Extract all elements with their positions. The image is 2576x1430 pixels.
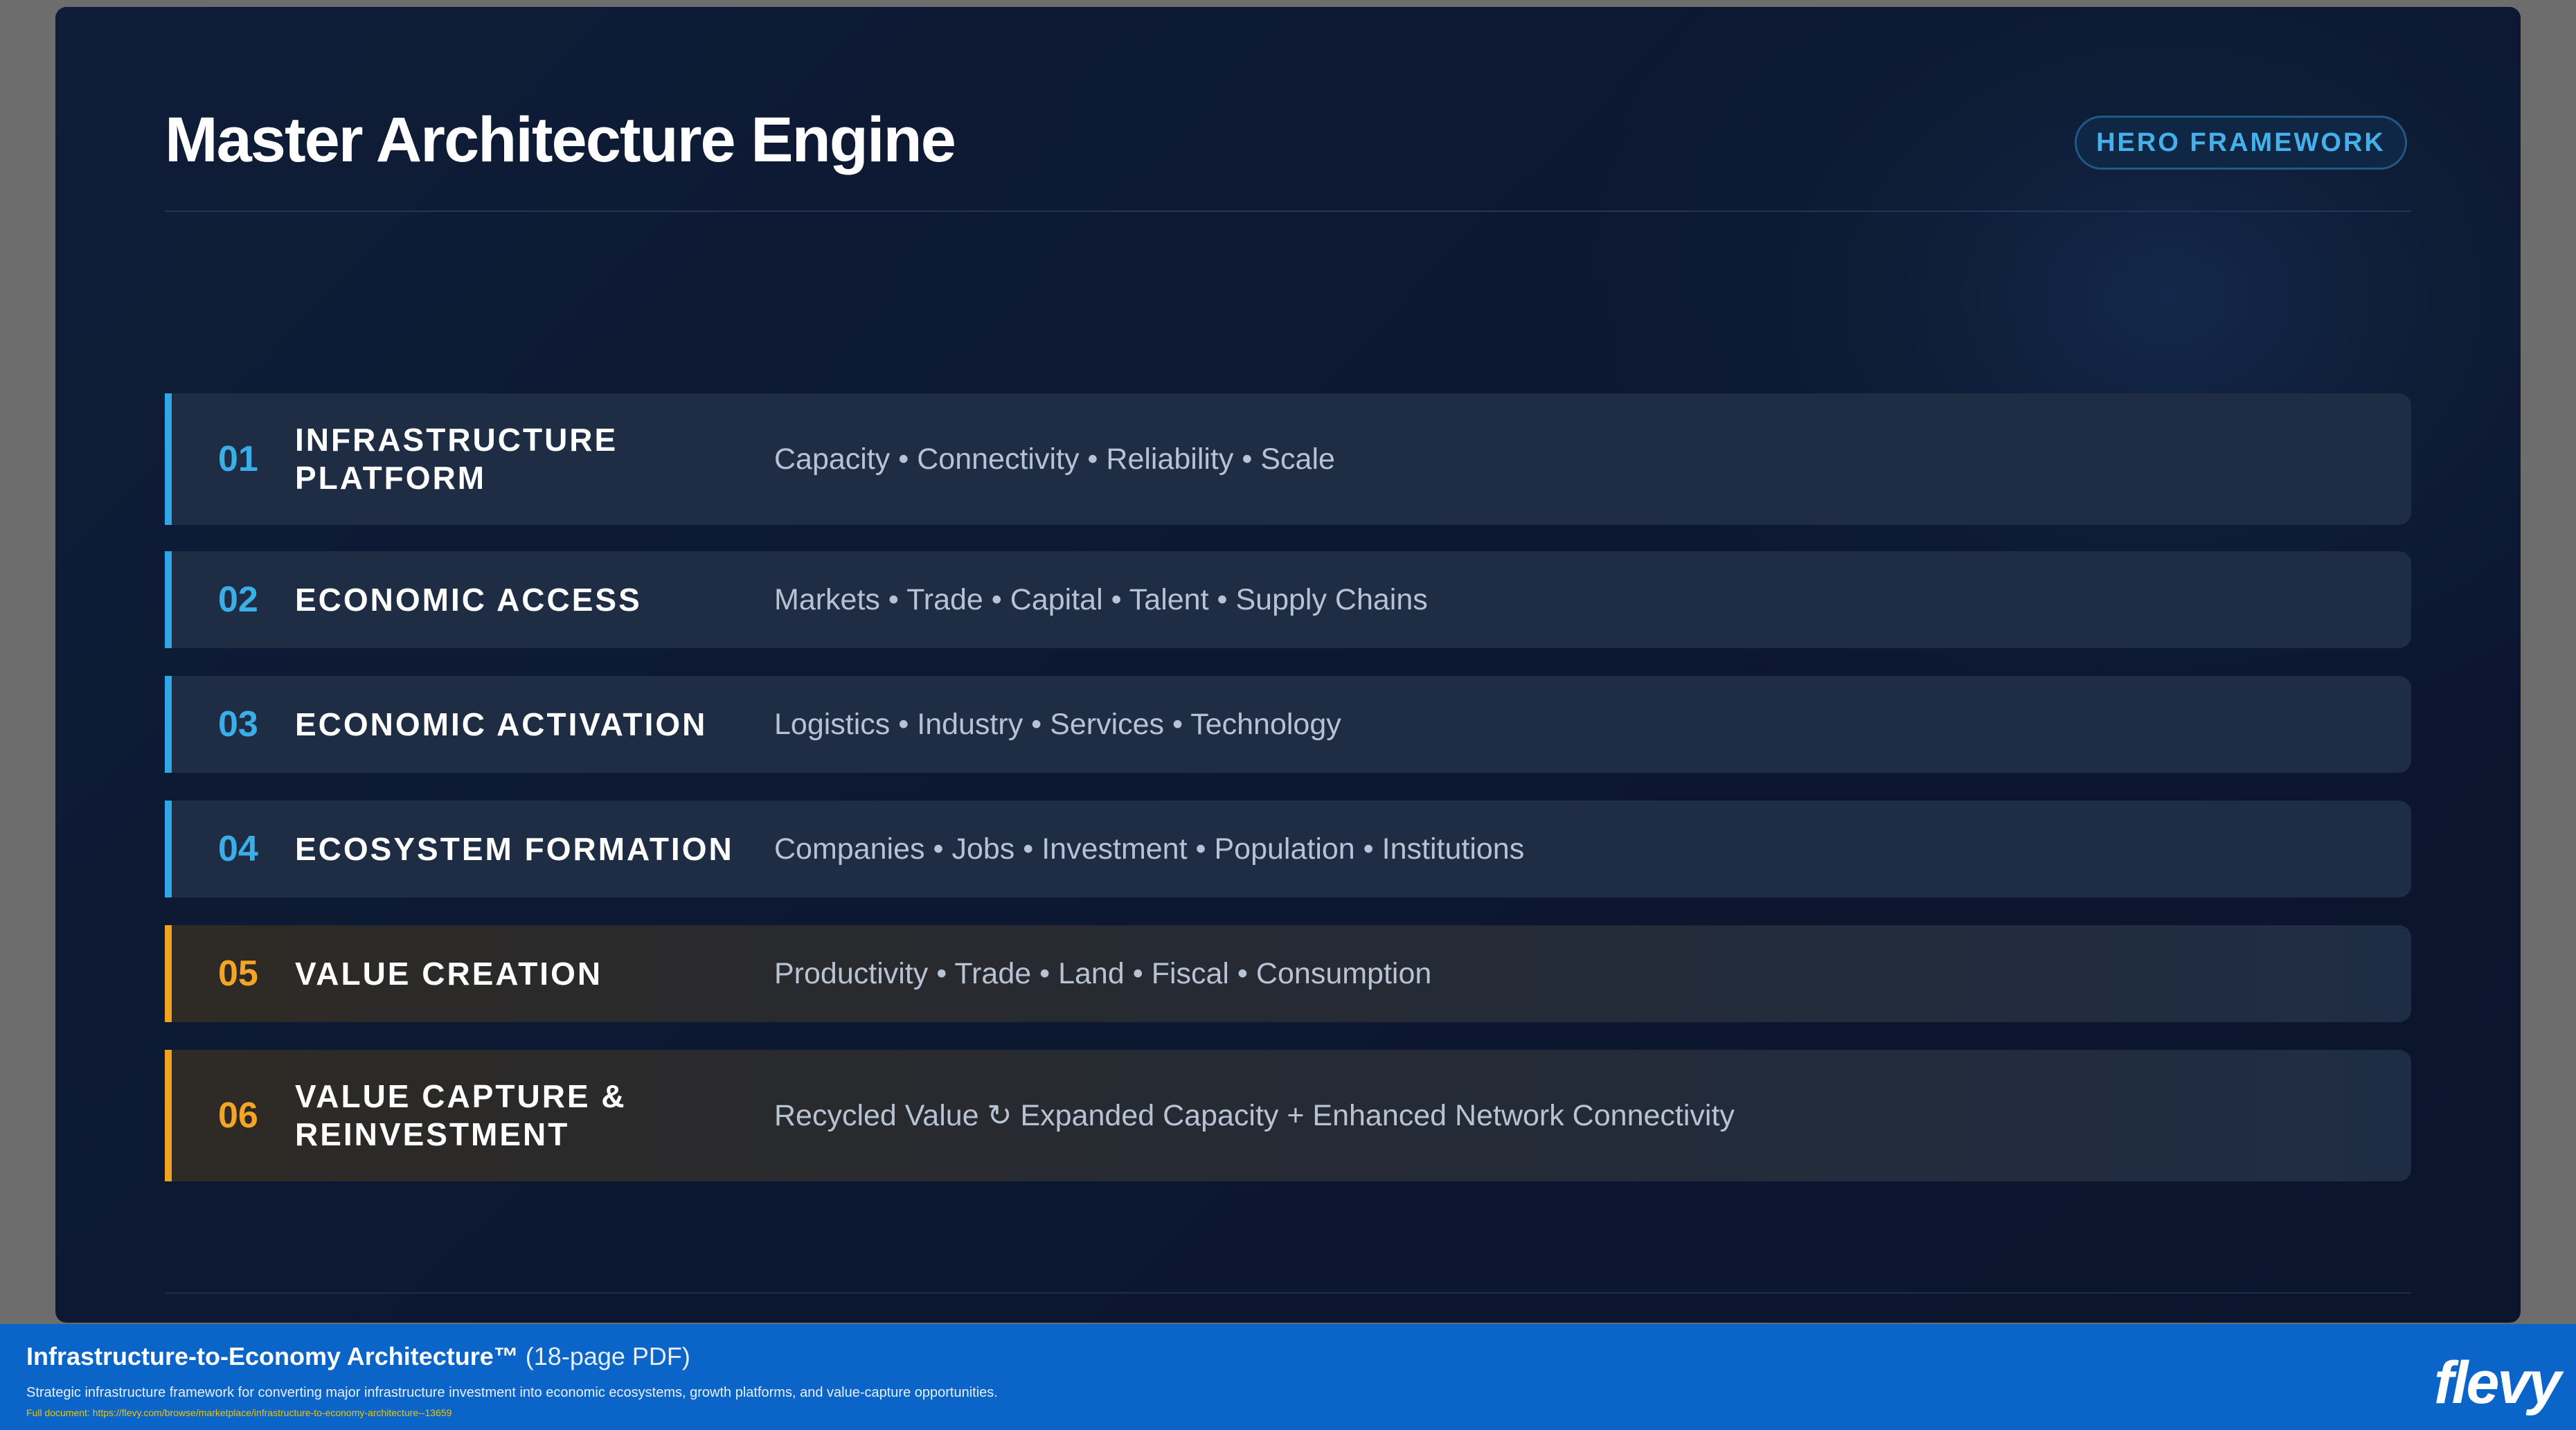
row-name: INFRASTRUCTURE PLATFORM (295, 422, 618, 496)
row-description: Recycled Value ↻ Expanded Capacity + Enh… (774, 1099, 1735, 1132)
row-number: 01 (218, 439, 258, 479)
row-name: ECONOMIC ACTIVATION (295, 706, 708, 742)
row-economic-activation: 03 ECONOMIC ACTIVATION Logistics • Indus… (165, 676, 2411, 773)
row-value-capture-reinvestment: 06 VALUE CAPTURE & REINVESTMENT Recycled… (165, 1050, 2411, 1181)
row-accent-bar (165, 801, 172, 897)
row-name: ECOSYSTEM FORMATION (295, 830, 734, 867)
row-number: 04 (218, 829, 258, 869)
row-accent-bar (165, 551, 172, 648)
row-accent-bar (165, 676, 172, 773)
slide: Master Architecture Engine HERO FRAMEWOR… (55, 7, 2521, 1323)
row-number: 06 (218, 1096, 258, 1136)
row-ecosystem-formation: 04 ECOSYSTEM FORMATION Companies • Jobs … (165, 801, 2411, 897)
row-value-creation: 05 VALUE CREATION Productivity • Trade •… (165, 925, 2411, 1022)
row-description: Companies • Jobs • Investment • Populati… (774, 832, 1525, 866)
row-name: ECONOMIC ACCESS (295, 581, 642, 618)
row-infrastructure-platform: 01 INFRASTRUCTURE PLATFORM Capacity • Co… (165, 393, 2411, 525)
banner-title: Infrastructure-to-Economy Architecture™ … (26, 1342, 690, 1371)
banner-title-text: Infrastructure-to-Economy Architecture™ (26, 1342, 519, 1370)
row-accent-bar (165, 393, 172, 525)
document-viewer: Master Architecture Engine HERO FRAMEWOR… (0, 0, 2576, 1430)
row-description: Productivity • Trade • Land • Fiscal • C… (774, 956, 1432, 990)
row-name: VALUE CAPTURE & REINVESTMENT (295, 1078, 627, 1152)
row-description: Capacity • Connectivity • Reliability • … (774, 442, 1335, 476)
row-name: VALUE CREATION (295, 955, 603, 992)
hero-framework-badge: HERO FRAMEWORK (2075, 116, 2407, 170)
document-banner: Infrastructure-to-Economy Architecture™ … (0, 1324, 2576, 1430)
row-description: Markets • Trade • Capital • Talent • Sup… (774, 582, 1428, 616)
banner-description: Strategic infrastructure framework for c… (26, 1385, 998, 1400)
row-number: 03 (218, 704, 258, 744)
banner-document-link[interactable]: Full document: https://flevy.com/browse/… (26, 1407, 451, 1418)
footer-divider (165, 1292, 2411, 1294)
banner-title-suffix: (18-page PDF) (525, 1342, 690, 1370)
row-accent-bar (165, 1050, 172, 1181)
row-accent-bar (165, 925, 172, 1022)
title-divider (165, 211, 2411, 212)
row-economic-access: 02 ECONOMIC ACCESS Markets • Trade • Cap… (165, 551, 2411, 648)
row-description: Logistics • Industry • Services • Techno… (774, 707, 1341, 741)
slide-title: Master Architecture Engine (165, 105, 956, 175)
row-number: 02 (218, 580, 258, 620)
flevy-logo[interactable]: flevy (2434, 1349, 2561, 1418)
row-number: 05 (218, 954, 258, 994)
